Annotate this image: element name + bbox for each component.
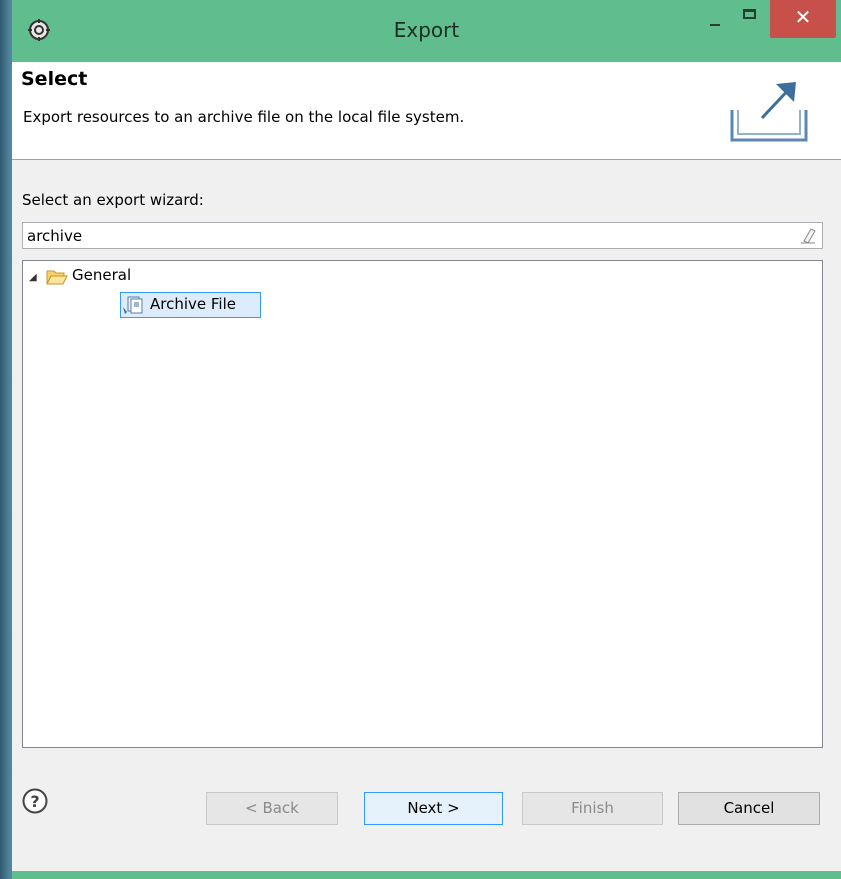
page-title: Select — [21, 68, 88, 90]
finish-button[interactable]: Finish — [522, 792, 663, 825]
help-icon[interactable]: ? — [22, 788, 48, 814]
button-bar: ? < Back Next > Finish Cancel — [12, 778, 841, 871]
expanded-arrow-icon[interactable]: ◢ — [29, 272, 37, 283]
minimize-button[interactable] — [698, 0, 732, 38]
close-button[interactable]: ✕ — [770, 0, 836, 38]
wizard-select-label: Select an export wizard: — [22, 191, 204, 209]
clear-filter-icon[interactable] — [800, 227, 816, 244]
back-button[interactable]: < Back — [206, 792, 338, 825]
tree-item-label: Archive File — [150, 295, 236, 313]
next-button[interactable]: Next > — [364, 792, 503, 825]
tree-node-label: General — [72, 266, 132, 284]
cancel-button[interactable]: Cancel — [678, 792, 820, 825]
folder-open-icon — [46, 270, 68, 285]
title-bar[interactable]: Export ✕ — [12, 0, 841, 62]
export-icon — [730, 82, 808, 142]
tree-item-archive-file[interactable]: Archive File — [120, 292, 261, 318]
svg-text:?: ? — [30, 792, 39, 811]
maximize-button[interactable] — [732, 0, 768, 38]
filter-field[interactable] — [22, 222, 823, 249]
close-icon: ✕ — [794, 5, 812, 29]
dialog-content: Select Export resources to an archive fi… — [12, 62, 841, 871]
wizard-tree[interactable]: ◢ General Archive File — [22, 260, 823, 748]
wizard-banner: Select Export resources to an archive fi… — [12, 62, 841, 160]
page-description: Export resources to an archive file on t… — [23, 108, 465, 126]
export-dialog: Export ✕ Select Export resources to an a… — [12, 0, 841, 879]
filter-input[interactable] — [27, 225, 787, 246]
archive-file-icon — [123, 296, 143, 314]
